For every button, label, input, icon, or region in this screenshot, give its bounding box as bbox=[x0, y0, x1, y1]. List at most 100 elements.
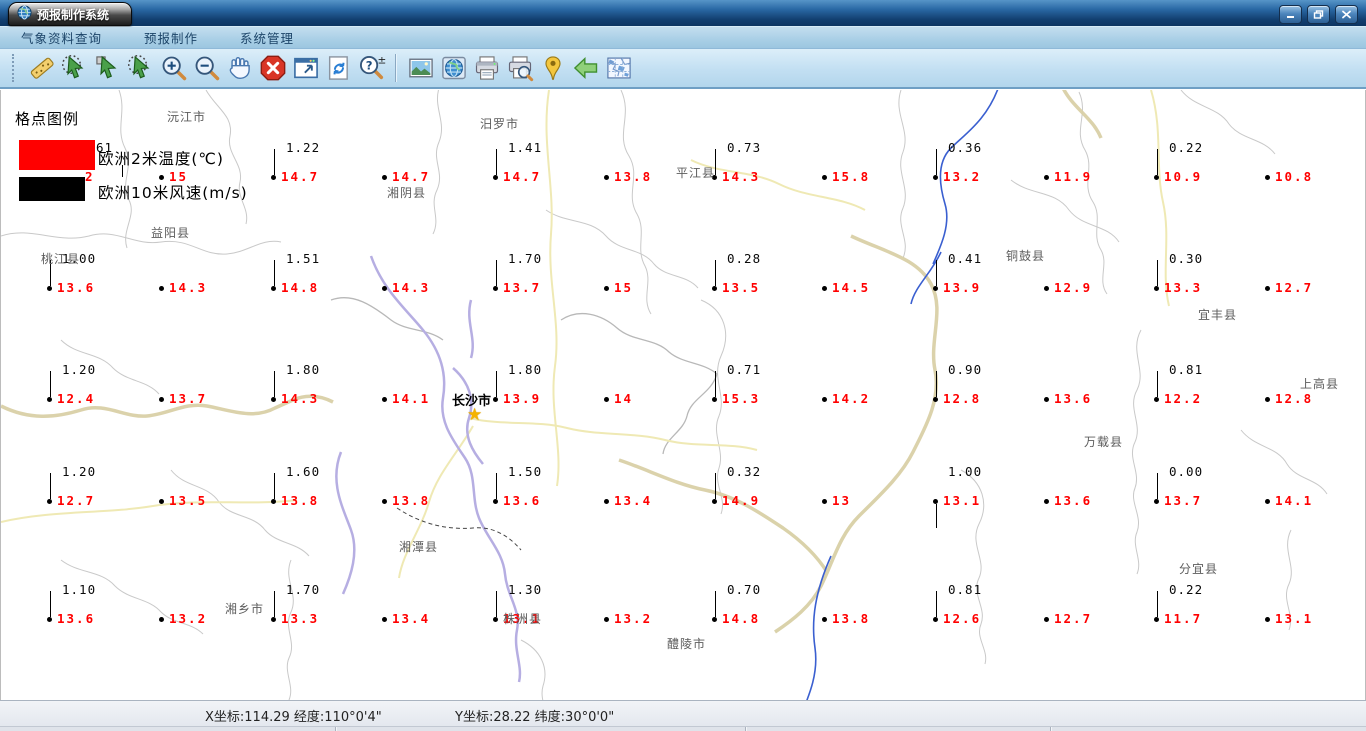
map-grid-button[interactable] bbox=[602, 52, 635, 85]
circle-select-button[interactable] bbox=[124, 52, 157, 85]
image-icon bbox=[407, 54, 435, 82]
toolbar: ? ± bbox=[0, 48, 1366, 89]
wind-barb bbox=[274, 371, 275, 397]
temperature-value: 14.9 bbox=[722, 493, 761, 508]
occluded-value-fragment: 2 bbox=[85, 169, 95, 184]
station-dot bbox=[1044, 175, 1049, 180]
station-dot bbox=[159, 617, 164, 622]
select-cursor-icon bbox=[61, 54, 89, 82]
menu-weather-data-query[interactable]: 气象资料查询 bbox=[0, 28, 123, 47]
toolbar-grip[interactable] bbox=[12, 54, 17, 82]
wind-speed-value: 0.00 bbox=[1169, 464, 1204, 479]
temperature-value: 10.8 bbox=[1275, 169, 1314, 184]
grid-legend: 格点图例 bbox=[15, 108, 79, 129]
temperature-value: 13.6 bbox=[57, 280, 96, 295]
wind-barb bbox=[715, 149, 716, 175]
select-button[interactable] bbox=[58, 52, 91, 85]
station-dot bbox=[604, 397, 609, 402]
wind-barb bbox=[50, 371, 51, 397]
wind-speed-value: 0.28 bbox=[727, 251, 762, 266]
close-button[interactable] bbox=[1335, 5, 1358, 24]
zoom-out-button[interactable] bbox=[190, 52, 223, 85]
wind-speed-value: 0.30 bbox=[1169, 251, 1204, 266]
station-dot bbox=[712, 397, 717, 402]
temperature-value: 13.8 bbox=[392, 493, 431, 508]
station-dot bbox=[822, 397, 827, 402]
station-dot bbox=[493, 397, 498, 402]
refresh-button[interactable] bbox=[322, 52, 355, 85]
wind-speed-value: 0.36 bbox=[948, 140, 983, 155]
full-extent-button[interactable] bbox=[289, 52, 322, 85]
print-preview-button[interactable] bbox=[503, 52, 536, 85]
placemark-button[interactable] bbox=[536, 52, 569, 85]
back-arrow-icon bbox=[572, 54, 600, 82]
zoom-in-button[interactable] bbox=[157, 52, 190, 85]
rect-select-cursor-icon bbox=[94, 54, 122, 82]
wind-speed-value: 1.41 bbox=[508, 140, 543, 155]
station-dot bbox=[271, 286, 276, 291]
back-button[interactable] bbox=[569, 52, 602, 85]
temperature-value: 13.9 bbox=[503, 391, 542, 406]
refresh-page-icon bbox=[325, 54, 353, 82]
identify-button[interactable]: ? ± bbox=[355, 52, 388, 85]
station-dot bbox=[1154, 397, 1159, 402]
temperature-value: 13.1 bbox=[943, 493, 982, 508]
temperature-value: 15.8 bbox=[832, 169, 871, 184]
temperature-value: 11.7 bbox=[1164, 611, 1203, 626]
station-dot bbox=[1154, 617, 1159, 622]
station-dot bbox=[493, 175, 498, 180]
temperature-value: 14.1 bbox=[1275, 493, 1314, 508]
place-label-湘乡市: 湘乡市 bbox=[225, 602, 265, 616]
map-viewport[interactable]: 15 14.7 1.22 14.7 14.7 1.41 13.8 14.3 0.73 15.8 13… bbox=[0, 90, 1366, 700]
wind-barb bbox=[274, 591, 275, 617]
stop-button[interactable] bbox=[256, 52, 289, 85]
legend-temp-label: 欧洲2米温度(℃) bbox=[98, 150, 224, 168]
temperature-value: 14.7 bbox=[503, 169, 542, 184]
pan-button[interactable] bbox=[223, 52, 256, 85]
wind-speed-value: 0.73 bbox=[727, 140, 762, 155]
station-dot bbox=[271, 617, 276, 622]
wind-barb bbox=[1157, 149, 1158, 175]
minimize-button[interactable] bbox=[1279, 5, 1302, 24]
wind-barb bbox=[936, 371, 937, 397]
wind-barb bbox=[274, 473, 275, 499]
station-dot bbox=[1154, 286, 1159, 291]
restore-icon bbox=[1313, 10, 1324, 19]
wind-speed-value: 0.22 bbox=[1169, 140, 1204, 155]
printer-icon bbox=[473, 54, 501, 82]
wind-barb bbox=[715, 591, 716, 617]
station-dot bbox=[1044, 617, 1049, 622]
globe-button[interactable] bbox=[437, 52, 470, 85]
window-controls bbox=[1279, 5, 1358, 24]
rect-select-button[interactable] bbox=[91, 52, 124, 85]
app-tab[interactable]: 预报制作系统 bbox=[8, 2, 132, 26]
temperature-value: 12.8 bbox=[943, 391, 982, 406]
status-bar-strip bbox=[0, 726, 1366, 731]
pan-hand-icon bbox=[226, 54, 254, 82]
wind-speed-value: 0.90 bbox=[948, 362, 983, 377]
station-dot bbox=[822, 286, 827, 291]
place-label-分宜县: 分宜县 bbox=[1179, 562, 1219, 576]
wind-barb bbox=[1157, 591, 1158, 617]
menu-system-management[interactable]: 系统管理 bbox=[219, 28, 315, 47]
measure-button[interactable] bbox=[25, 52, 58, 85]
station-dot bbox=[47, 617, 52, 622]
temperature-value: 14.7 bbox=[392, 169, 431, 184]
wind-barb bbox=[715, 371, 716, 397]
export-image-button[interactable] bbox=[404, 52, 437, 85]
wind-speed-value: 1.70 bbox=[508, 251, 543, 266]
city-star-icon: ★ bbox=[467, 405, 483, 425]
globe-logo-icon bbox=[17, 4, 32, 24]
print-button[interactable] bbox=[470, 52, 503, 85]
temperature-value: 13.7 bbox=[503, 280, 542, 295]
menu-forecast-production[interactable]: 预报制作 bbox=[123, 28, 219, 47]
wind-barb bbox=[274, 260, 275, 286]
station-dot bbox=[712, 499, 717, 504]
wind-speed-value: 1.20 bbox=[62, 362, 97, 377]
station-dot bbox=[47, 397, 52, 402]
restore-button[interactable] bbox=[1307, 5, 1330, 24]
wind-barb bbox=[496, 149, 497, 175]
station-dot bbox=[382, 175, 387, 180]
map-grid-icon bbox=[605, 54, 633, 82]
place-label-湘阴县: 湘阴县 bbox=[387, 186, 427, 200]
